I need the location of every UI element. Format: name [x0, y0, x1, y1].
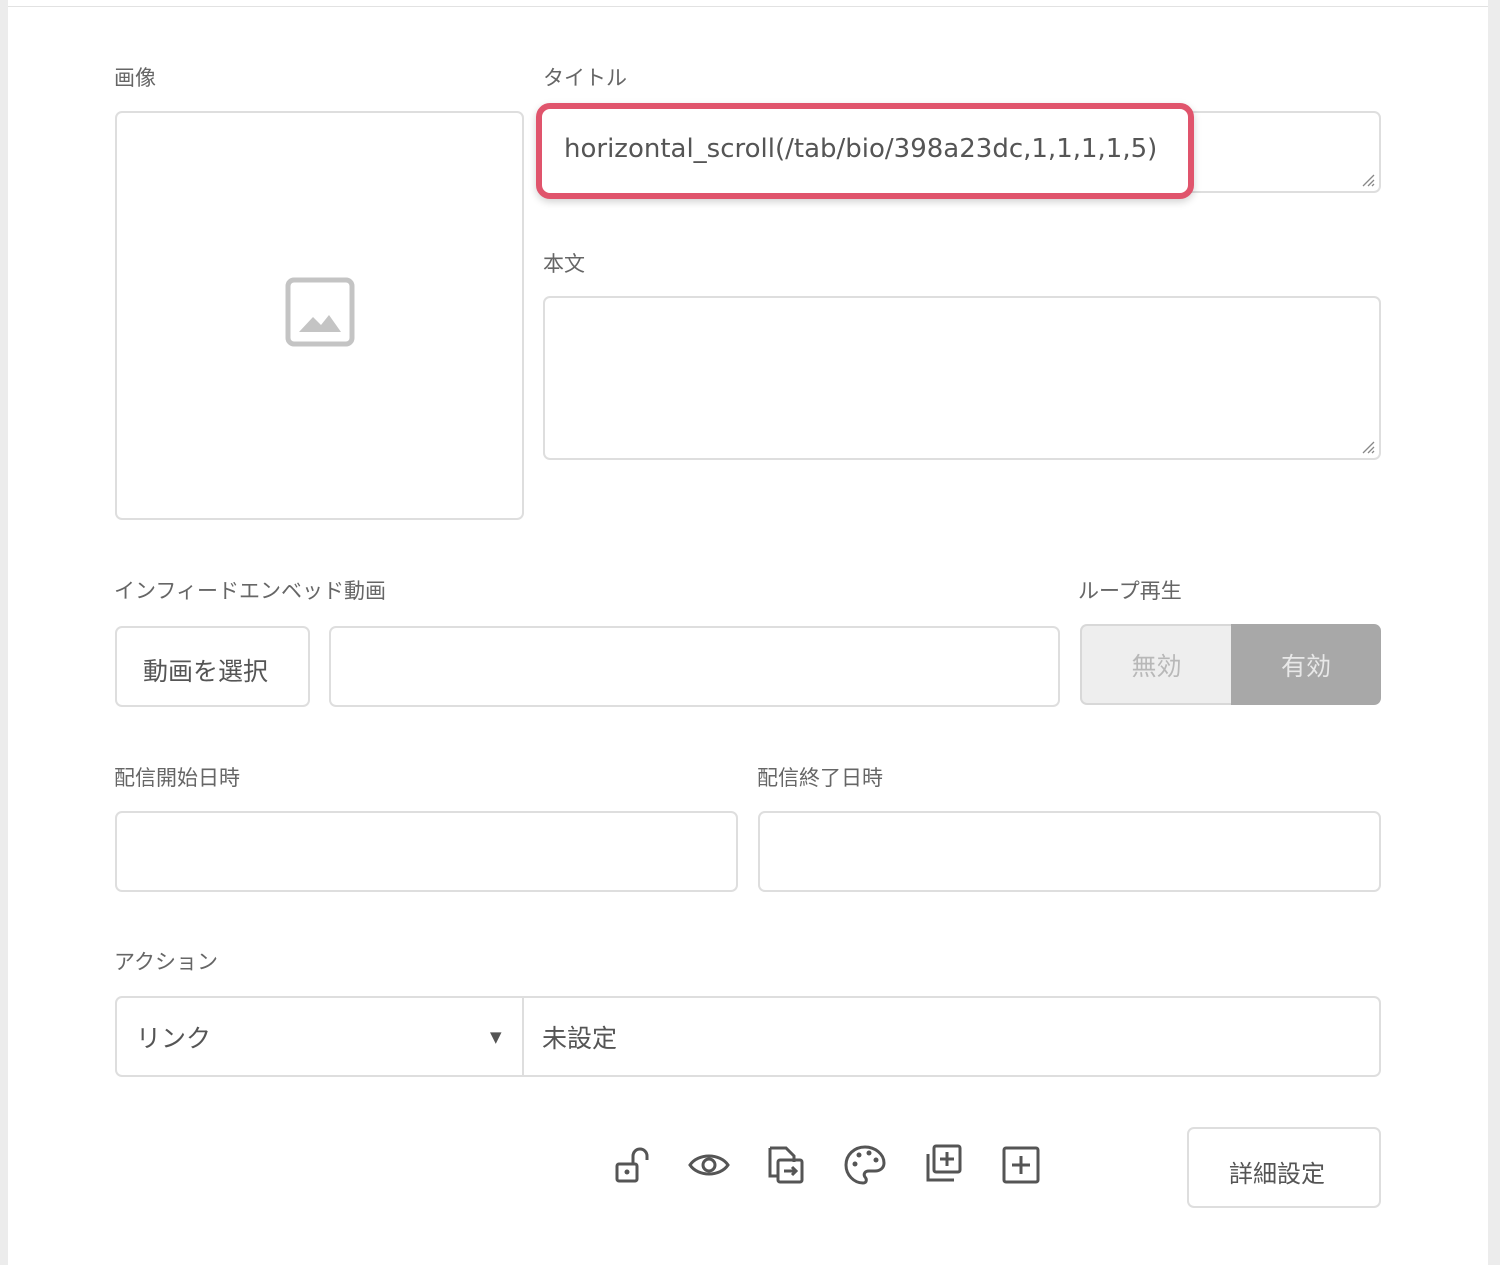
loop-on-button[interactable]: 有効 [1231, 624, 1381, 705]
chevron-down-icon[interactable]: ▼ [490, 1028, 502, 1046]
image-label: 画像 [114, 66, 156, 90]
video-field[interactable] [329, 626, 1060, 707]
body-field[interactable] [543, 296, 1381, 460]
start-date-label: 配信開始日時 [114, 766, 240, 790]
action-value-field[interactable]: 未設定 [542, 1019, 617, 1055]
image-upload-area[interactable] [115, 111, 524, 520]
duplicate-icon[interactable] [920, 1142, 966, 1188]
action-type-select[interactable]: リンク [136, 1019, 211, 1055]
form-panel: 画像 タイトル horizontal_scroll(/tab/bio/398a2… [8, 0, 1488, 1265]
end-date-label: 配信終了日時 [757, 766, 883, 790]
action-label: アクション [114, 950, 218, 974]
end-date-field[interactable] [758, 811, 1381, 892]
export-icon[interactable] [764, 1142, 810, 1188]
title-label: タイトル [543, 66, 627, 90]
loop-label: ループ再生 [1078, 579, 1182, 603]
body-label: 本文 [543, 252, 585, 276]
action-divider [522, 996, 524, 1076]
resize-grip-icon[interactable] [1361, 440, 1375, 454]
resize-grip-icon[interactable] [1361, 173, 1375, 187]
eye-icon[interactable] [686, 1142, 732, 1188]
unlock-icon[interactable] [609, 1142, 655, 1188]
start-date-field[interactable] [115, 811, 738, 892]
title-value[interactable]: horizontal_scroll(/tab/bio/398a23dc,1,1,… [564, 134, 1157, 164]
add-icon[interactable] [998, 1142, 1044, 1188]
select-video-label: 動画を選択 [143, 657, 269, 686]
palette-icon[interactable] [842, 1142, 888, 1188]
top-divider [8, 6, 1488, 7]
loop-off-button[interactable]: 無効 [1080, 624, 1231, 705]
image-placeholder-icon [285, 277, 355, 347]
details-button-label: 詳細設定 [1229, 1160, 1325, 1188]
details-button[interactable]: 詳細設定 [1187, 1127, 1381, 1208]
video-label: インフィードエンベッド動画 [114, 579, 386, 603]
action-row [115, 996, 1381, 1077]
select-video-button[interactable]: 動画を選択 [115, 626, 310, 707]
